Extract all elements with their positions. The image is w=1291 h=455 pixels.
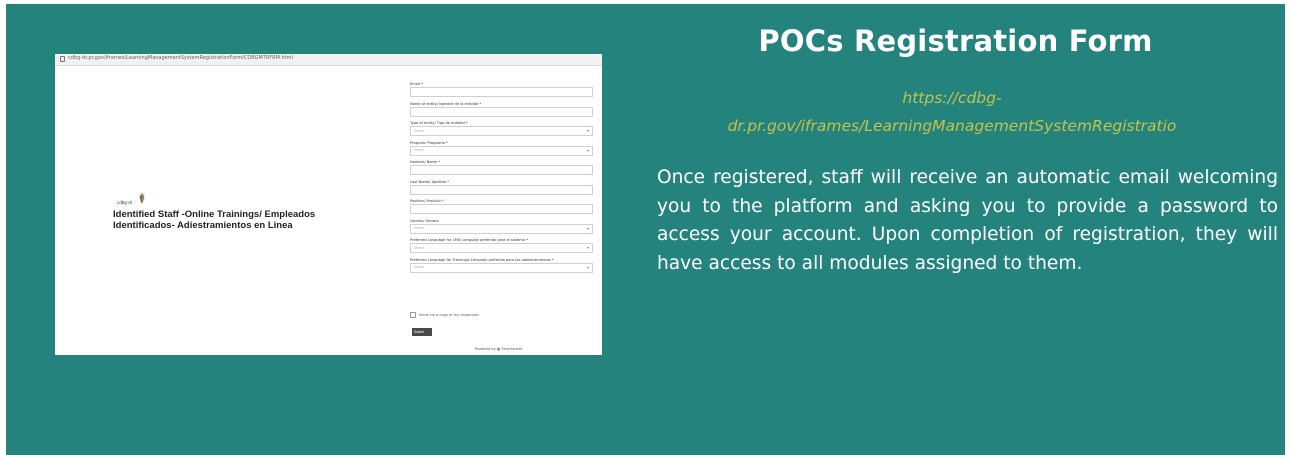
text-input[interactable] <box>410 87 593 97</box>
field-placeholder: Select <box>414 128 424 133</box>
form-field: Program/ Programa * Select ▾ <box>410 141 593 161</box>
slide-title: POCs Registration Form <box>758 24 1153 58</box>
link-line-2[interactable]: dr.pr.gov/iframes/LearningManagementSyst… <box>728 117 1177 135</box>
brand-logo-icon <box>139 193 145 204</box>
field-placeholder: Select <box>414 265 424 269</box>
address-url: cdbg-dr.pr.gov/iframes/LearningManagemen… <box>68 55 293 61</box>
form-intro-pane: cdbg-dr Identified Staff -Online Trainin… <box>55 66 405 355</box>
chevron-down-icon: ▾ <box>586 245 589 250</box>
chevron-down-icon: ▾ <box>586 147 589 153</box>
form-field: Type of entity/ Tipo de entidad * Select ▾ <box>410 121 593 141</box>
submit-label: Submit <box>414 330 424 334</box>
copy-responses-checkbox-row[interactable]: Send me a copy of my responses <box>410 312 479 318</box>
chevron-down-icon: ▾ <box>586 264 589 270</box>
field-placeholder: Select <box>414 226 424 230</box>
slide-body-text: Once registered, staff will receive an a… <box>657 167 1278 274</box>
select-field[interactable]: Select ▾ <box>410 126 593 136</box>
form-field: Gender/ Genero Select ▾ <box>410 219 593 239</box>
form-field: Name of entity/ Nombre de la entidad * <box>410 102 593 122</box>
chevron-down-icon: ▾ <box>586 225 589 231</box>
text-input[interactable] <box>410 106 593 117</box>
text-input[interactable] <box>410 165 593 175</box>
powered-by-footer: Powered by ▦ Smartsheet <box>475 347 523 351</box>
link-line-1[interactable]: https://cdbg- <box>902 89 1001 107</box>
registration-form: Email * Name of entity/ Nombre de la enti… <box>410 82 593 277</box>
brand-text: cdbg-dr <box>117 200 133 205</box>
field-placeholder: Select <box>414 245 424 250</box>
lock-icon <box>60 56 65 62</box>
slide-background: cdbg-dr.pr.gov/iframes/LearningManagemen… <box>6 4 1285 455</box>
field-placeholder: Select <box>414 148 424 152</box>
form-field: Nombre/ Name * <box>410 160 593 180</box>
form-heading: Identified Staff -Online Trainings/ Empl… <box>113 209 316 231</box>
chevron-down-icon: ▾ <box>586 128 589 133</box>
form-field: Preferred Language for Trainings/ Lengua… <box>410 258 593 278</box>
browser-address-bar: cdbg-dr.pr.gov/iframes/LearningManagemen… <box>55 54 602 66</box>
registration-link[interactable]: https://cdbg- dr.pr.gov/iframes/Learning… <box>632 84 1272 140</box>
form-screenshot: cdbg-dr.pr.gov/iframes/LearningManagemen… <box>55 54 602 355</box>
form-field: Last Name/ Apellido * <box>410 180 593 200</box>
text-input[interactable] <box>410 184 593 195</box>
checkbox[interactable] <box>410 312 416 318</box>
select-field[interactable]: Select ▾ <box>410 145 593 156</box>
select-field[interactable]: Select ▾ <box>410 243 593 253</box>
submit-button[interactable]: Submit <box>412 328 432 336</box>
form-field: Preferred Language for LMS/ Lenguaje pre… <box>410 238 593 258</box>
checkbox-label: Send me a copy of my responses <box>419 313 479 317</box>
form-field: Position/ Posición * <box>410 199 593 219</box>
form-field: Email * <box>410 82 593 102</box>
text-input[interactable] <box>410 204 593 214</box>
select-field[interactable]: Select ▾ <box>410 223 593 234</box>
select-field[interactable]: Select ▾ <box>410 262 593 273</box>
